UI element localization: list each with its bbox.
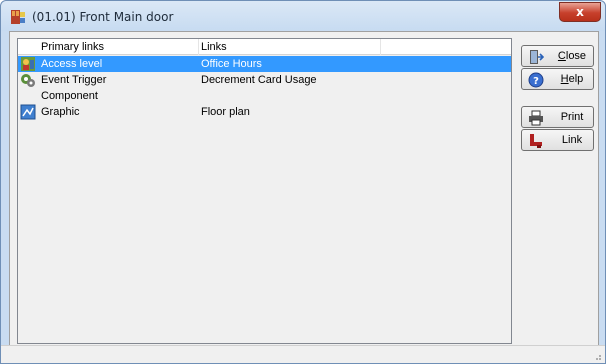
print-button-label: Print <box>560 111 584 123</box>
help-icon: ? <box>528 72 544 88</box>
close-button[interactable]: Close <box>521 45 594 67</box>
link-button-label: Link <box>561 134 583 146</box>
list-item-event-trigger[interactable]: Event Trigger Decrement Card Usage <box>18 72 511 88</box>
graphic-icon <box>20 104 36 120</box>
row-primary-link: Access level <box>41 58 103 70</box>
close-label-rest: lose <box>565 50 587 62</box>
exit-door-icon <box>530 50 544 64</box>
window-close-button[interactable]: x <box>559 2 601 22</box>
help-button[interactable]: ? Help <box>521 68 594 90</box>
row-link: Floor plan <box>201 106 250 118</box>
list-header: Primary links Links <box>18 39 511 55</box>
status-bar <box>1 345 605 363</box>
column-header-links[interactable]: Links <box>201 41 227 53</box>
column-header-primary-links[interactable]: Primary links <box>41 41 104 53</box>
row-primary-link: Event Trigger <box>41 74 107 86</box>
column-separator[interactable] <box>380 39 381 55</box>
access-level-icon <box>21 57 35 71</box>
help-button-label: Help <box>552 73 592 85</box>
links-list[interactable]: Primary links Links Access level Office … <box>17 38 512 344</box>
printer-icon <box>529 110 543 126</box>
row-link: Decrement Card Usage <box>201 74 317 86</box>
link-icon <box>530 134 542 148</box>
print-button[interactable]: Print <box>521 106 594 128</box>
list-item-access-level[interactable]: Access level Office Hours <box>18 56 511 72</box>
close-button-label: Close <box>552 50 592 62</box>
dialog-body: Primary links Links Access level Office … <box>9 31 599 358</box>
row-link: Office Hours <box>201 58 262 70</box>
list-item-component[interactable]: Component <box>18 88 511 104</box>
row-primary-link: Component <box>41 90 98 102</box>
row-primary-link: Graphic <box>41 106 80 118</box>
window-title: (01.01) Front Main door <box>32 10 174 24</box>
help-accelerator: H <box>560 73 569 85</box>
svg-text:?: ? <box>533 76 539 87</box>
dialog-window: (01.01) Front Main door x Primary links … <box>0 0 606 364</box>
close-accelerator: C <box>557 50 566 62</box>
title-bar[interactable]: (01.01) Front Main door x <box>1 1 605 31</box>
link-button[interactable]: Link <box>521 129 594 151</box>
door-icon <box>11 10 25 24</box>
resize-grip-icon[interactable] <box>592 351 602 361</box>
help-label-rest: elp <box>568 73 584 85</box>
list-item-graphic[interactable]: Graphic Floor plan <box>18 104 511 120</box>
event-trigger-icon <box>21 74 35 87</box>
column-separator[interactable] <box>198 39 199 55</box>
